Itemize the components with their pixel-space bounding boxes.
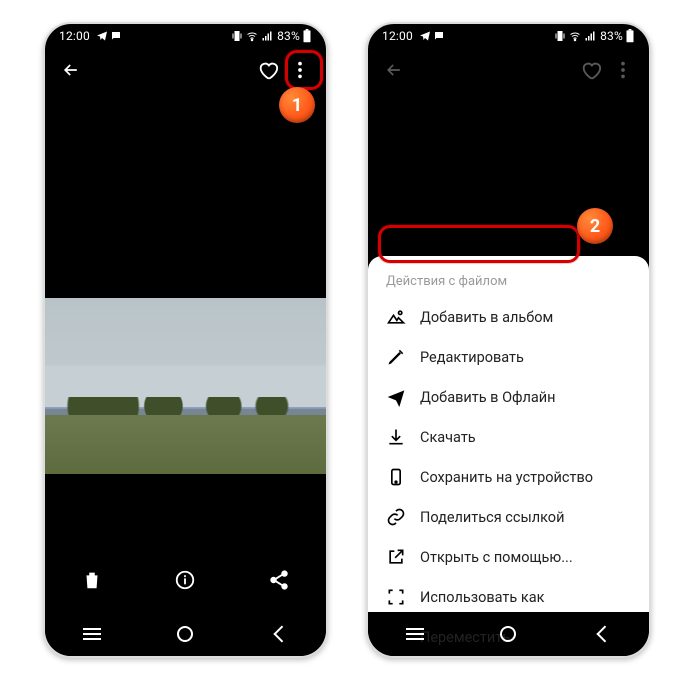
download-icon bbox=[386, 427, 406, 447]
pencil-icon bbox=[386, 347, 406, 367]
more-icon[interactable] bbox=[607, 54, 639, 86]
status-bar: 12:00 83% bbox=[45, 24, 326, 48]
android-nav-bar bbox=[368, 612, 649, 656]
back-icon[interactable] bbox=[55, 54, 87, 86]
message-icon bbox=[110, 30, 122, 42]
frame-corners-icon bbox=[386, 587, 406, 607]
phone-screenshot-right: 12:00 83% Действия с файлом bbox=[366, 22, 651, 658]
battery-icon bbox=[302, 29, 312, 43]
sheet-item-copy[interactable]: Копировать bbox=[368, 657, 649, 658]
trash-icon[interactable] bbox=[76, 564, 108, 596]
sheet-item-label: Скачать bbox=[420, 429, 476, 446]
sheet-item-download[interactable]: Скачать bbox=[368, 417, 649, 457]
bottom-action-bar bbox=[45, 556, 326, 604]
signal-icon bbox=[584, 30, 596, 42]
nav-back-icon[interactable] bbox=[588, 620, 616, 648]
photo-content bbox=[45, 298, 326, 474]
android-nav-bar bbox=[45, 612, 326, 656]
sheet-item-label: Поделиться ссылкой bbox=[420, 509, 564, 526]
back-icon[interactable] bbox=[378, 54, 410, 86]
sheet-item-share-link[interactable]: Поделиться ссылкой bbox=[368, 497, 649, 537]
photo-viewport-dimmed: Действия с файлом Добавить в альбом Реда… bbox=[368, 92, 649, 656]
nav-home-icon[interactable] bbox=[494, 620, 522, 648]
signal-icon bbox=[261, 30, 273, 42]
action-sheet: Действия с файлом Добавить в альбом Реда… bbox=[368, 256, 649, 612]
telegram-icon bbox=[419, 30, 431, 42]
heart-icon[interactable] bbox=[252, 54, 284, 86]
share-icon[interactable] bbox=[263, 564, 295, 596]
sheet-item-edit[interactable]: Редактировать bbox=[368, 337, 649, 377]
device-icon bbox=[386, 467, 406, 487]
vibrate-icon bbox=[231, 30, 243, 42]
sheet-item-add-offline[interactable]: Добавить в Офлайн bbox=[368, 377, 649, 417]
sheet-title: Действия с файлом bbox=[368, 268, 649, 297]
nav-recent-icon[interactable] bbox=[78, 620, 106, 648]
sheet-item-label: Добавить в альбом bbox=[420, 309, 553, 326]
sheet-item-label: Использовать как bbox=[420, 589, 544, 606]
status-battery-pct: 83% bbox=[277, 29, 300, 43]
status-battery-pct: 83% bbox=[600, 29, 623, 43]
status-time: 12:00 bbox=[382, 29, 413, 43]
app-bar bbox=[45, 48, 326, 92]
sheet-item-label: Редактировать bbox=[420, 349, 524, 366]
nav-recent-icon[interactable] bbox=[401, 620, 429, 648]
photo-viewport[interactable] bbox=[45, 92, 326, 656]
status-time: 12:00 bbox=[59, 29, 90, 43]
info-icon[interactable] bbox=[169, 564, 201, 596]
app-bar bbox=[368, 48, 649, 92]
sheet-item-add-to-album[interactable]: Добавить в альбом bbox=[368, 297, 649, 337]
sheet-item-label: Сохранить на устройство bbox=[420, 469, 593, 486]
link-icon bbox=[386, 507, 406, 527]
wifi-icon bbox=[245, 30, 259, 42]
open-external-icon bbox=[386, 547, 406, 567]
battery-icon bbox=[625, 29, 635, 43]
heart-icon[interactable] bbox=[575, 54, 607, 86]
nav-back-icon[interactable] bbox=[265, 620, 293, 648]
phone-screenshot-left: 12:00 83% bbox=[43, 22, 328, 658]
telegram-icon bbox=[96, 30, 108, 42]
mountain-icon bbox=[386, 307, 406, 327]
wifi-icon bbox=[568, 30, 582, 42]
vibrate-icon bbox=[554, 30, 566, 42]
sheet-item-save-device[interactable]: Сохранить на устройство bbox=[368, 457, 649, 497]
message-icon bbox=[433, 30, 445, 42]
sheet-item-label: Открыть с помощью... bbox=[420, 549, 573, 566]
nav-home-icon[interactable] bbox=[171, 620, 199, 648]
more-icon[interactable] bbox=[284, 54, 316, 86]
sheet-item-open-with[interactable]: Открыть с помощью... bbox=[368, 537, 649, 577]
airplane-icon bbox=[386, 387, 406, 407]
sheet-item-label: Добавить в Офлайн bbox=[420, 389, 555, 406]
sheet-item-use-as[interactable]: Использовать как bbox=[368, 577, 649, 617]
status-bar: 12:00 83% bbox=[368, 24, 649, 48]
